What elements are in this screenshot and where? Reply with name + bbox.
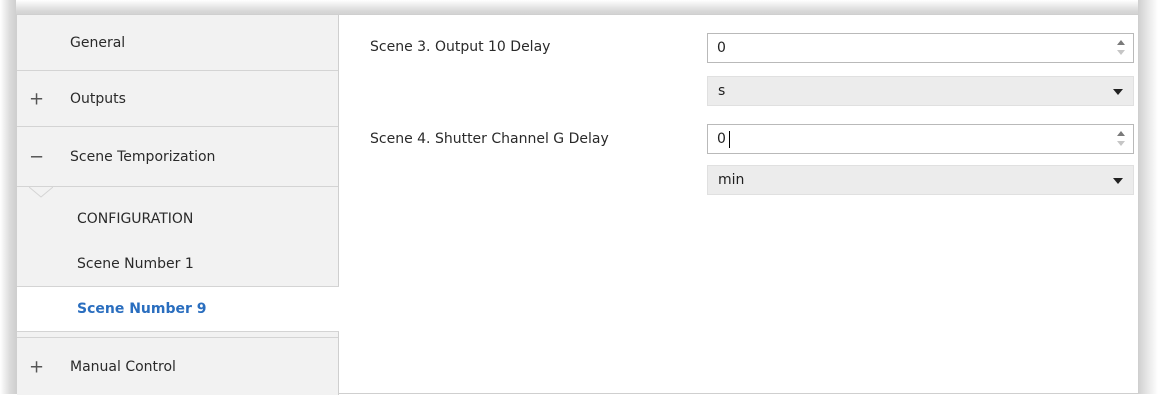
parameters-panel: General + Outputs − Scene Temporization …: [16, 14, 1139, 395]
chevron-down-icon: [1113, 89, 1123, 95]
scene-4-delay-unit-select[interactable]: min: [707, 165, 1134, 195]
sidebar-subitem-configuration[interactable]: CONFIGURATION: [17, 196, 338, 242]
collapse-minus-icon[interactable]: −: [29, 146, 44, 167]
scene-3-delay-unit-value: s: [718, 83, 726, 99]
scene-3-delay-value: 0: [717, 40, 726, 56]
sidebar-subitem-label: CONFIGURATION: [77, 211, 194, 227]
frame-shadow-left: [0, 0, 16, 394]
window-frame: General + Outputs − Scene Temporization …: [0, 0, 1158, 395]
sidebar-item-label: General: [70, 34, 126, 51]
sidebar: General + Outputs − Scene Temporization …: [17, 15, 339, 395]
sidebar-item-outputs[interactable]: + Outputs: [17, 71, 338, 127]
sidebar-item-label: Manual Control: [70, 358, 176, 375]
sidebar-item-scene-temporization[interactable]: − Scene Temporization: [17, 127, 338, 187]
scene-3-delay-unit-select[interactable]: s: [707, 76, 1134, 106]
spin-up-icon[interactable]: [1117, 40, 1125, 45]
scene-4-delay-value: 0: [717, 131, 726, 147]
expand-plus-icon[interactable]: +: [29, 88, 44, 109]
expand-plus-icon[interactable]: +: [29, 356, 44, 377]
spin-arrows-icon[interactable]: [1117, 39, 1126, 57]
frame-shadow-right: [1138, 0, 1158, 394]
scene-4-shutter-channel-g-delay-label: Scene 4. Shutter Channel G Delay: [370, 131, 609, 147]
scene-4-delay-input[interactable]: 0: [707, 124, 1134, 154]
spin-down-icon[interactable]: [1117, 141, 1125, 146]
sidebar-subitem-scene-number-9[interactable]: Scene Number 9: [17, 286, 339, 332]
spin-arrows-icon[interactable]: [1117, 130, 1126, 148]
scene-3-delay-input[interactable]: 0: [707, 33, 1134, 63]
sidebar-subitem-label: Scene Number 1: [77, 256, 194, 272]
spin-down-icon[interactable]: [1117, 50, 1125, 55]
chevron-down-icon: [1113, 178, 1123, 184]
text-caret: [729, 131, 730, 148]
sidebar-item-general[interactable]: General: [17, 15, 338, 71]
spin-up-icon[interactable]: [1117, 131, 1125, 136]
sidebar-item-manual-control[interactable]: + Manual Control: [17, 337, 338, 395]
scene-4-delay-unit-value: min: [718, 172, 745, 188]
sidebar-subitem-label: Scene Number 9: [77, 301, 207, 317]
sidebar-subitem-scene-number-1[interactable]: Scene Number 1: [17, 241, 338, 287]
sidebar-item-label: Outputs: [70, 90, 126, 107]
scene-3-output-10-delay-label: Scene 3. Output 10 Delay: [370, 39, 551, 55]
sidebar-item-label: Scene Temporization: [70, 148, 216, 165]
